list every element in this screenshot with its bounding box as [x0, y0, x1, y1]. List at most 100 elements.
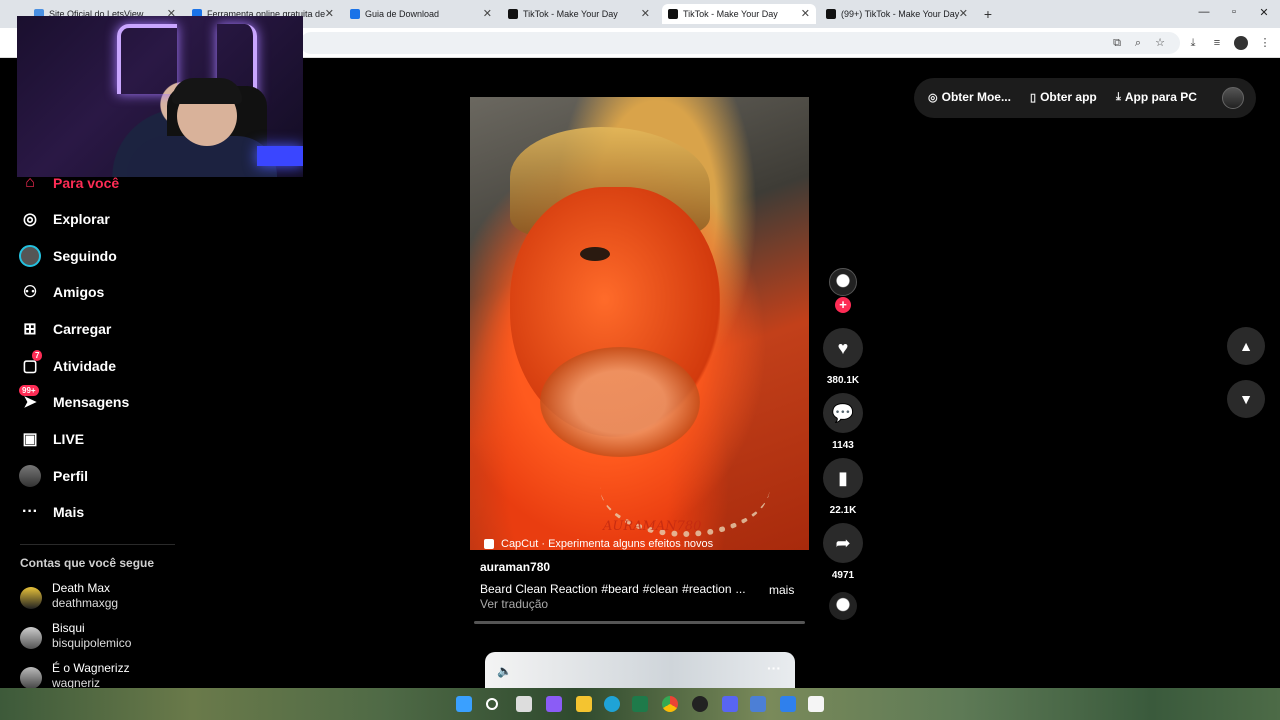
follow-plus-button[interactable]: + [835, 297, 851, 313]
bookmark-star-icon[interactable]: ☆ [1153, 36, 1167, 50]
next-video-preview[interactable]: 🔈 ··· [485, 652, 795, 692]
cast-icon[interactable]: ⧉ [1110, 36, 1124, 50]
hashtag-link[interactable]: #beard [601, 582, 638, 596]
hashtag-link[interactable]: #reaction [682, 582, 731, 596]
account-username: deathmaxgg [52, 596, 119, 610]
sidebar-item-mensagens[interactable]: ➤ 99+ Mensagens [17, 385, 130, 417]
tab-close-icon[interactable]: ✕ [483, 7, 492, 20]
sidebar-item-explorar[interactable]: ◎ Explorar [17, 204, 110, 234]
minimize-icon[interactable]: — [1196, 6, 1212, 18]
download-icon: ⤓ [1116, 90, 1121, 103]
video-progress-bar[interactable] [474, 621, 805, 624]
app-icon[interactable] [750, 696, 766, 712]
sidebar-item-perfil[interactable]: Perfil [17, 461, 88, 491]
media-controls-icon[interactable]: ≡ [1210, 36, 1224, 50]
sidebar-item-amigos[interactable]: ⚇ Amigos [17, 277, 105, 307]
hashtag-link[interactable]: #clean [643, 582, 678, 596]
sidebar-item-live[interactable]: ▣ LIVE [17, 424, 84, 454]
new-tab-button[interactable]: + [980, 6, 996, 22]
video-author[interactable]: auraman780 [480, 560, 550, 574]
bookmark-icon: ▮ [838, 467, 848, 488]
sidebar-item-label: Atividade [53, 358, 117, 374]
upload-icon: ⊞ [23, 321, 37, 338]
sidebar-item-atividade[interactable]: ▢ 7 Atividade [17, 350, 117, 381]
sidebar-item-carregar[interactable]: ⊞ Carregar [17, 314, 111, 344]
edge-icon[interactable] [604, 696, 620, 712]
previous-video-button[interactable]: ▲ [1227, 327, 1265, 365]
comment-button[interactable]: 💬 [823, 393, 863, 433]
task-view-icon[interactable] [516, 696, 532, 712]
get-coins-label: Obter Moe... [941, 90, 1011, 104]
account-avatar-icon[interactable] [1234, 36, 1248, 50]
sidebar-item-para-voce[interactable]: ⌂ Para você [17, 168, 119, 198]
chevron-down-icon: ▼ [1239, 391, 1253, 407]
search-icon[interactable] [486, 698, 498, 710]
user-avatar[interactable] [1222, 87, 1244, 109]
phone-icon: ▯ [1030, 91, 1037, 104]
creator-avatar[interactable] [829, 268, 857, 296]
tab-tiktok-2[interactable]: TikTok - Make Your Day ✕ [662, 4, 816, 24]
sidebar-item-label: Mais [53, 504, 85, 520]
tab-tiktok-1[interactable]: TikTok - Make Your Day ✕ [502, 4, 656, 24]
pc-app-button[interactable]: ⤓ App para PC [1116, 90, 1197, 104]
menu-kebab-icon[interactable]: ⋮ [1258, 36, 1272, 50]
sidebar-item-label: Perfil [53, 468, 89, 484]
like-button[interactable]: ♥ [823, 328, 863, 368]
description-ellipsis: ... [735, 582, 746, 596]
heart-icon: ♥ [837, 337, 849, 358]
zoom-icon[interactable]: ⌕ [1131, 36, 1145, 50]
save-button[interactable]: ▮ [823, 458, 863, 498]
tiktok-favicon-icon [508, 9, 518, 19]
more-options-icon[interactable]: ··· [767, 660, 781, 676]
like-count: 380.1K [826, 375, 860, 386]
chevron-up-icon: ▲ [1239, 338, 1253, 354]
sidebar-item-label: Explorar [53, 211, 110, 227]
next-video-button[interactable]: ▼ [1227, 380, 1265, 418]
tab-tiktok-3[interactable]: (99+) TikTok - Make Your Day ✕ [820, 4, 974, 24]
tab-close-icon[interactable]: ✕ [325, 7, 334, 20]
sidebar-item-mais[interactable]: ··· Mais [17, 497, 84, 527]
sidebar-item-label: Mensagens [53, 394, 130, 410]
more-button[interactable]: mais [769, 583, 794, 597]
app-icon[interactable] [546, 696, 562, 712]
translate-link[interactable]: Ver tradução [480, 597, 548, 611]
video-watermark: AURAMAN780 [603, 519, 702, 534]
capcut-effect-link[interactable]: CapCut · Experimenta alguns efeitos novo… [470, 536, 809, 552]
friends-icon: ⚇ [22, 284, 38, 301]
tiktok-favicon-icon [668, 9, 678, 19]
app-icon[interactable] [692, 696, 708, 712]
sidebar-item-seguindo[interactable]: Seguindo [17, 241, 117, 271]
tab-favicon-icon [350, 9, 360, 19]
compass-icon: ◎ [23, 211, 37, 228]
video-player[interactable]: AURAMAN780 [470, 97, 809, 550]
share-button[interactable]: ➦ [823, 523, 863, 563]
tiktok-favicon-icon [826, 9, 836, 19]
file-explorer-icon[interactable] [576, 696, 592, 712]
address-bar[interactable] [300, 32, 1180, 54]
tab-close-icon[interactable]: ✕ [641, 7, 650, 20]
account-avatar [20, 667, 42, 689]
volume-icon[interactable]: 🔈 [497, 664, 512, 678]
app-icon[interactable] [780, 696, 796, 712]
restore-icon[interactable]: ▫ [1226, 6, 1242, 18]
discord-icon[interactable] [722, 696, 738, 712]
tab-close-icon[interactable]: ✕ [801, 7, 810, 20]
app-icon[interactable] [632, 696, 648, 712]
description-text: Beard Clean Reaction [480, 582, 598, 596]
music-disc-icon[interactable] [829, 592, 857, 620]
download-icon[interactable]: ⤓ [1186, 36, 1200, 50]
windows-start-icon[interactable] [456, 696, 472, 712]
coin-icon: ◎ [928, 91, 938, 104]
video-description: Beard Clean Reaction #beard #clean #reactio… [480, 582, 750, 596]
tab-close-icon[interactable]: ✕ [959, 7, 968, 20]
pc-app-label: App para PC [1124, 90, 1197, 104]
get-app-button[interactable]: ▯ Obter app [1030, 90, 1097, 104]
account-name: Bisqui [52, 621, 85, 635]
app-icon[interactable] [808, 696, 824, 712]
chrome-icon[interactable] [662, 696, 678, 712]
sidebar-item-label: Para você [53, 175, 120, 191]
tab-guia-download[interactable]: Guia de Download ✕ [344, 4, 498, 24]
get-coins-button[interactable]: ◎ Obter Moe... [928, 90, 1011, 104]
window-close-icon[interactable]: ✕ [1256, 6, 1272, 19]
sidebar-item-label: Carregar [53, 321, 112, 337]
